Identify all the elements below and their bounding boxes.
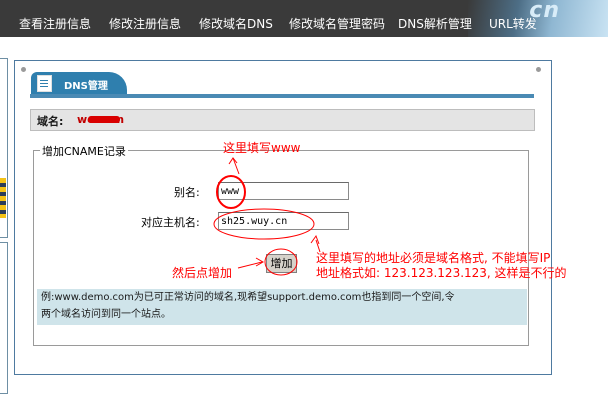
annotation-then-click: 然后点增加 <box>172 266 233 280</box>
annotation-host-rule-1: 这里填写的地址必须是域名格式, 不能填写IP <box>316 251 551 265</box>
annotation-fill-www: 这里填写www <box>223 141 301 155</box>
alias-highlight-circle <box>216 175 246 209</box>
annotation-host-rule-2: 地址格式如: 123.123.123.123, 这样是不行的 <box>316 266 567 280</box>
button-highlight-circle <box>264 248 298 276</box>
arrow-to-host-head <box>310 234 320 245</box>
arrow-to-alias <box>232 157 240 175</box>
annotation-overlay <box>213 157 321 276</box>
host-highlight-ellipse <box>213 208 315 240</box>
arrow-to-alias-head <box>228 157 238 165</box>
